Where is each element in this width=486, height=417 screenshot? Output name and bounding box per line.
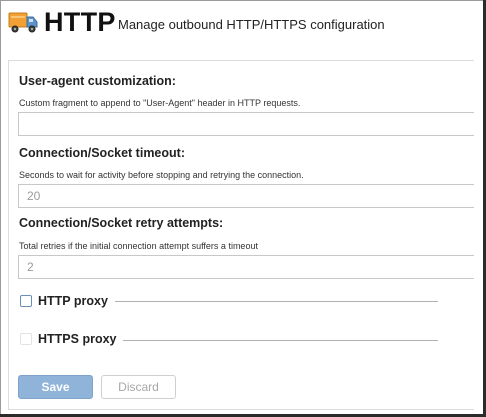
http-proxy-checkbox[interactable] bbox=[20, 295, 32, 307]
https-proxy-divider bbox=[123, 340, 438, 341]
http-proxy-row[interactable] bbox=[20, 295, 32, 307]
http-proxy-divider bbox=[115, 301, 438, 302]
http-proxy-label[interactable]: HTTP proxy bbox=[38, 294, 108, 308]
timeout-input[interactable] bbox=[18, 184, 474, 208]
https-proxy-row[interactable] bbox=[20, 333, 32, 345]
user-agent-help: Custom fragment to append to "User-Agent… bbox=[19, 98, 301, 108]
page-title: HTTP bbox=[44, 7, 116, 37]
delivery-truck-icon bbox=[8, 12, 38, 33]
retry-label: Connection/Socket retry attempts: bbox=[19, 216, 224, 230]
user-agent-label: User-agent customization: bbox=[19, 74, 176, 88]
retry-help: Total retries if the initial connection … bbox=[19, 241, 258, 251]
retry-input[interactable] bbox=[18, 255, 474, 279]
discard-button[interactable]: Discard bbox=[101, 375, 176, 399]
https-proxy-checkbox[interactable] bbox=[20, 333, 32, 345]
page-subtitle: Manage outbound HTTP/HTTPS configuration bbox=[118, 17, 385, 32]
save-button[interactable]: Save bbox=[18, 375, 93, 399]
user-agent-input[interactable] bbox=[18, 112, 474, 136]
page-header: HTTP Manage outbound HTTP/HTTPS configur… bbox=[0, 0, 483, 47]
https-proxy-label[interactable]: HTTPS proxy bbox=[38, 332, 117, 346]
timeout-label: Connection/Socket timeout: bbox=[19, 146, 185, 160]
timeout-help: Seconds to wait for activity before stop… bbox=[19, 170, 304, 180]
